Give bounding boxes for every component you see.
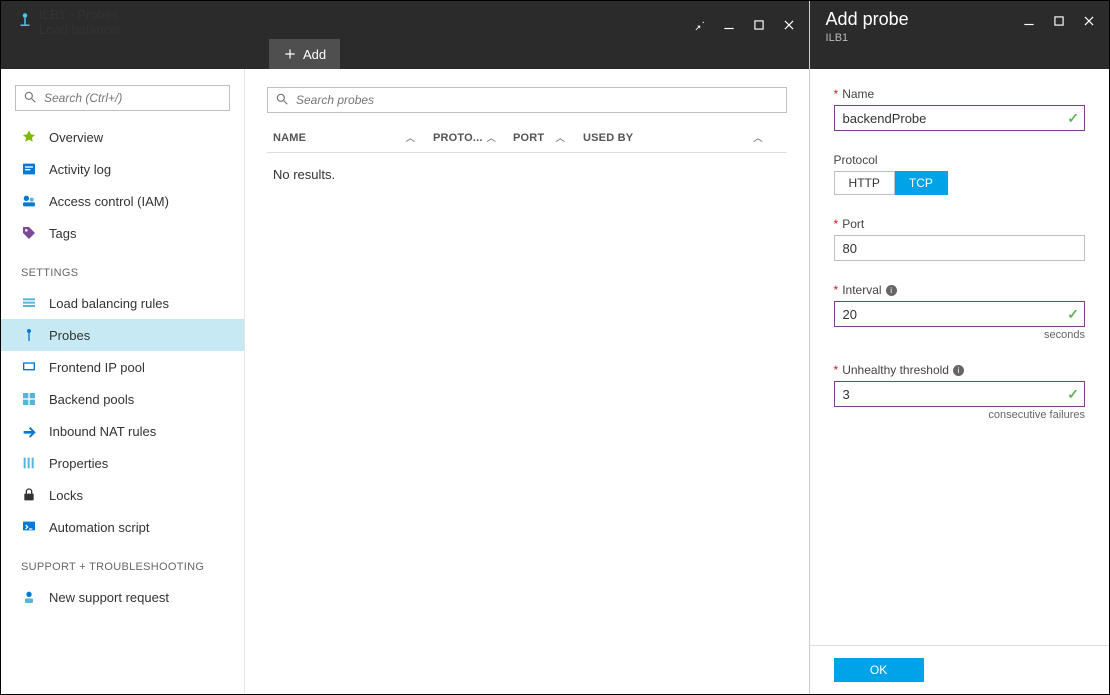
sidebar-item-load-balancing[interactable]: Load balancing rules: [1, 287, 244, 319]
no-results-text: No results.: [267, 153, 787, 196]
sidebar-item-automation[interactable]: Automation script: [1, 511, 244, 543]
sidebar-item-backend-pools[interactable]: Backend pools: [1, 383, 244, 415]
add-button-label: Add: [303, 47, 326, 62]
maximize-icon[interactable]: [751, 17, 767, 33]
sidebar-search-input[interactable]: [15, 85, 230, 111]
add-button[interactable]: Add: [269, 39, 340, 69]
sidebar-item-label: Backend pools: [49, 392, 134, 407]
sidebar-item-label: New support request: [49, 590, 169, 605]
sidebar-item-label: Tags: [49, 226, 76, 241]
info-icon[interactable]: i: [886, 285, 897, 296]
sidebar-item-frontend-ip[interactable]: Frontend IP pool: [1, 351, 244, 383]
properties-icon: [21, 455, 37, 471]
sidebar-item-activity-log[interactable]: Activity log: [1, 153, 244, 185]
sidebar-item-access-control[interactable]: Access control (IAM): [1, 185, 244, 217]
col-name[interactable]: NAME︿: [273, 131, 433, 144]
tags-icon: [21, 225, 37, 241]
sidebar-item-tags[interactable]: Tags: [1, 217, 244, 249]
protocol-http[interactable]: HTTP: [834, 171, 895, 195]
sort-icon: ︿: [406, 131, 433, 144]
name-label: Name: [842, 87, 874, 101]
check-icon: ✓: [1067, 110, 1079, 127]
activity-log-icon: [21, 161, 37, 177]
name-input[interactable]: [834, 105, 1085, 131]
col-used-by[interactable]: USED BY︿: [583, 131, 781, 144]
section-support: SUPPORT + TROUBLESHOOTING: [1, 543, 244, 581]
sidebar-item-new-support[interactable]: New support request: [1, 581, 244, 613]
search-icon: [23, 90, 37, 107]
backend-pools-icon: [21, 391, 37, 407]
sidebar-item-label: Frontend IP pool: [49, 360, 145, 375]
access-control-icon: [21, 193, 37, 209]
col-protocol[interactable]: PROTO...︿: [433, 131, 513, 144]
right-panel-subtitle: ILB1: [826, 32, 1021, 44]
protocol-tcp[interactable]: TCP: [895, 171, 948, 195]
support-icon: [21, 589, 37, 605]
threshold-input[interactable]: [834, 381, 1085, 407]
probes-icon: [21, 327, 37, 343]
section-settings: SETTINGS: [1, 249, 244, 287]
threshold-hint: consecutive failures: [834, 409, 1085, 421]
interval-label: Interval: [842, 283, 881, 297]
port-input[interactable]: [834, 235, 1085, 261]
port-label: Port: [842, 217, 864, 231]
table-header: NAME︿ PROTO...︿ PORT︿ USED BY︿: [267, 123, 787, 153]
sidebar-item-label: Locks: [49, 488, 83, 503]
nat-icon: [21, 423, 37, 439]
close-icon[interactable]: [1081, 13, 1097, 29]
search-icon: [275, 92, 289, 109]
sidebar: Overview Activity log Access control (IA…: [1, 69, 245, 694]
sidebar-item-locks[interactable]: Locks: [1, 479, 244, 511]
right-panel-header: Add probe ILB1: [810, 1, 1109, 69]
sidebar-item-probes[interactable]: Probes: [1, 319, 244, 351]
interval-input[interactable]: [834, 301, 1085, 327]
load-balancer-icon: [11, 7, 39, 39]
maximize-icon[interactable]: [1051, 13, 1067, 29]
rules-icon: [21, 295, 37, 311]
sort-icon: ︿: [753, 131, 780, 144]
left-panel-header: ILB1 - Probes Load balancer Add: [1, 1, 809, 69]
sidebar-item-label: Properties: [49, 456, 108, 471]
close-icon[interactable]: [781, 17, 797, 33]
info-icon[interactable]: i: [953, 365, 964, 376]
threshold-label: Unhealthy threshold: [842, 363, 949, 377]
ok-button[interactable]: OK: [834, 658, 924, 682]
sidebar-item-label: Access control (IAM): [49, 194, 169, 209]
panel-subtitle: Load balancer: [39, 22, 691, 37]
sidebar-item-label: Load balancing rules: [49, 296, 169, 311]
sidebar-item-overview[interactable]: Overview: [1, 121, 244, 153]
minimize-icon[interactable]: [1021, 13, 1037, 29]
automation-icon: [21, 519, 37, 535]
frontend-ip-icon: [21, 359, 37, 375]
sidebar-item-label: Activity log: [49, 162, 111, 177]
sidebar-item-label: Automation script: [49, 520, 149, 535]
overview-icon: [21, 129, 37, 145]
check-icon: ✓: [1067, 386, 1079, 403]
probes-search-input[interactable]: [267, 87, 787, 113]
lock-icon: [21, 487, 37, 503]
check-icon: ✓: [1067, 306, 1079, 323]
sort-icon: ︿: [487, 131, 514, 144]
right-panel-title: Add probe: [826, 9, 1021, 30]
protocol-toggle: HTTP TCP: [834, 171, 1085, 195]
col-port[interactable]: PORT︿: [513, 131, 583, 144]
interval-hint: seconds: [834, 329, 1085, 341]
sidebar-item-label: Overview: [49, 130, 103, 145]
sidebar-item-label: Probes: [49, 328, 90, 343]
pin-icon[interactable]: [691, 17, 707, 33]
plus-icon: [283, 47, 297, 61]
sidebar-item-label: Inbound NAT rules: [49, 424, 156, 439]
protocol-label: Protocol: [834, 153, 878, 167]
sidebar-item-inbound-nat[interactable]: Inbound NAT rules: [1, 415, 244, 447]
panel-title: ILB1 - Probes: [39, 7, 691, 22]
minimize-icon[interactable]: [721, 17, 737, 33]
sort-icon: ︿: [556, 131, 583, 144]
sidebar-item-properties[interactable]: Properties: [1, 447, 244, 479]
